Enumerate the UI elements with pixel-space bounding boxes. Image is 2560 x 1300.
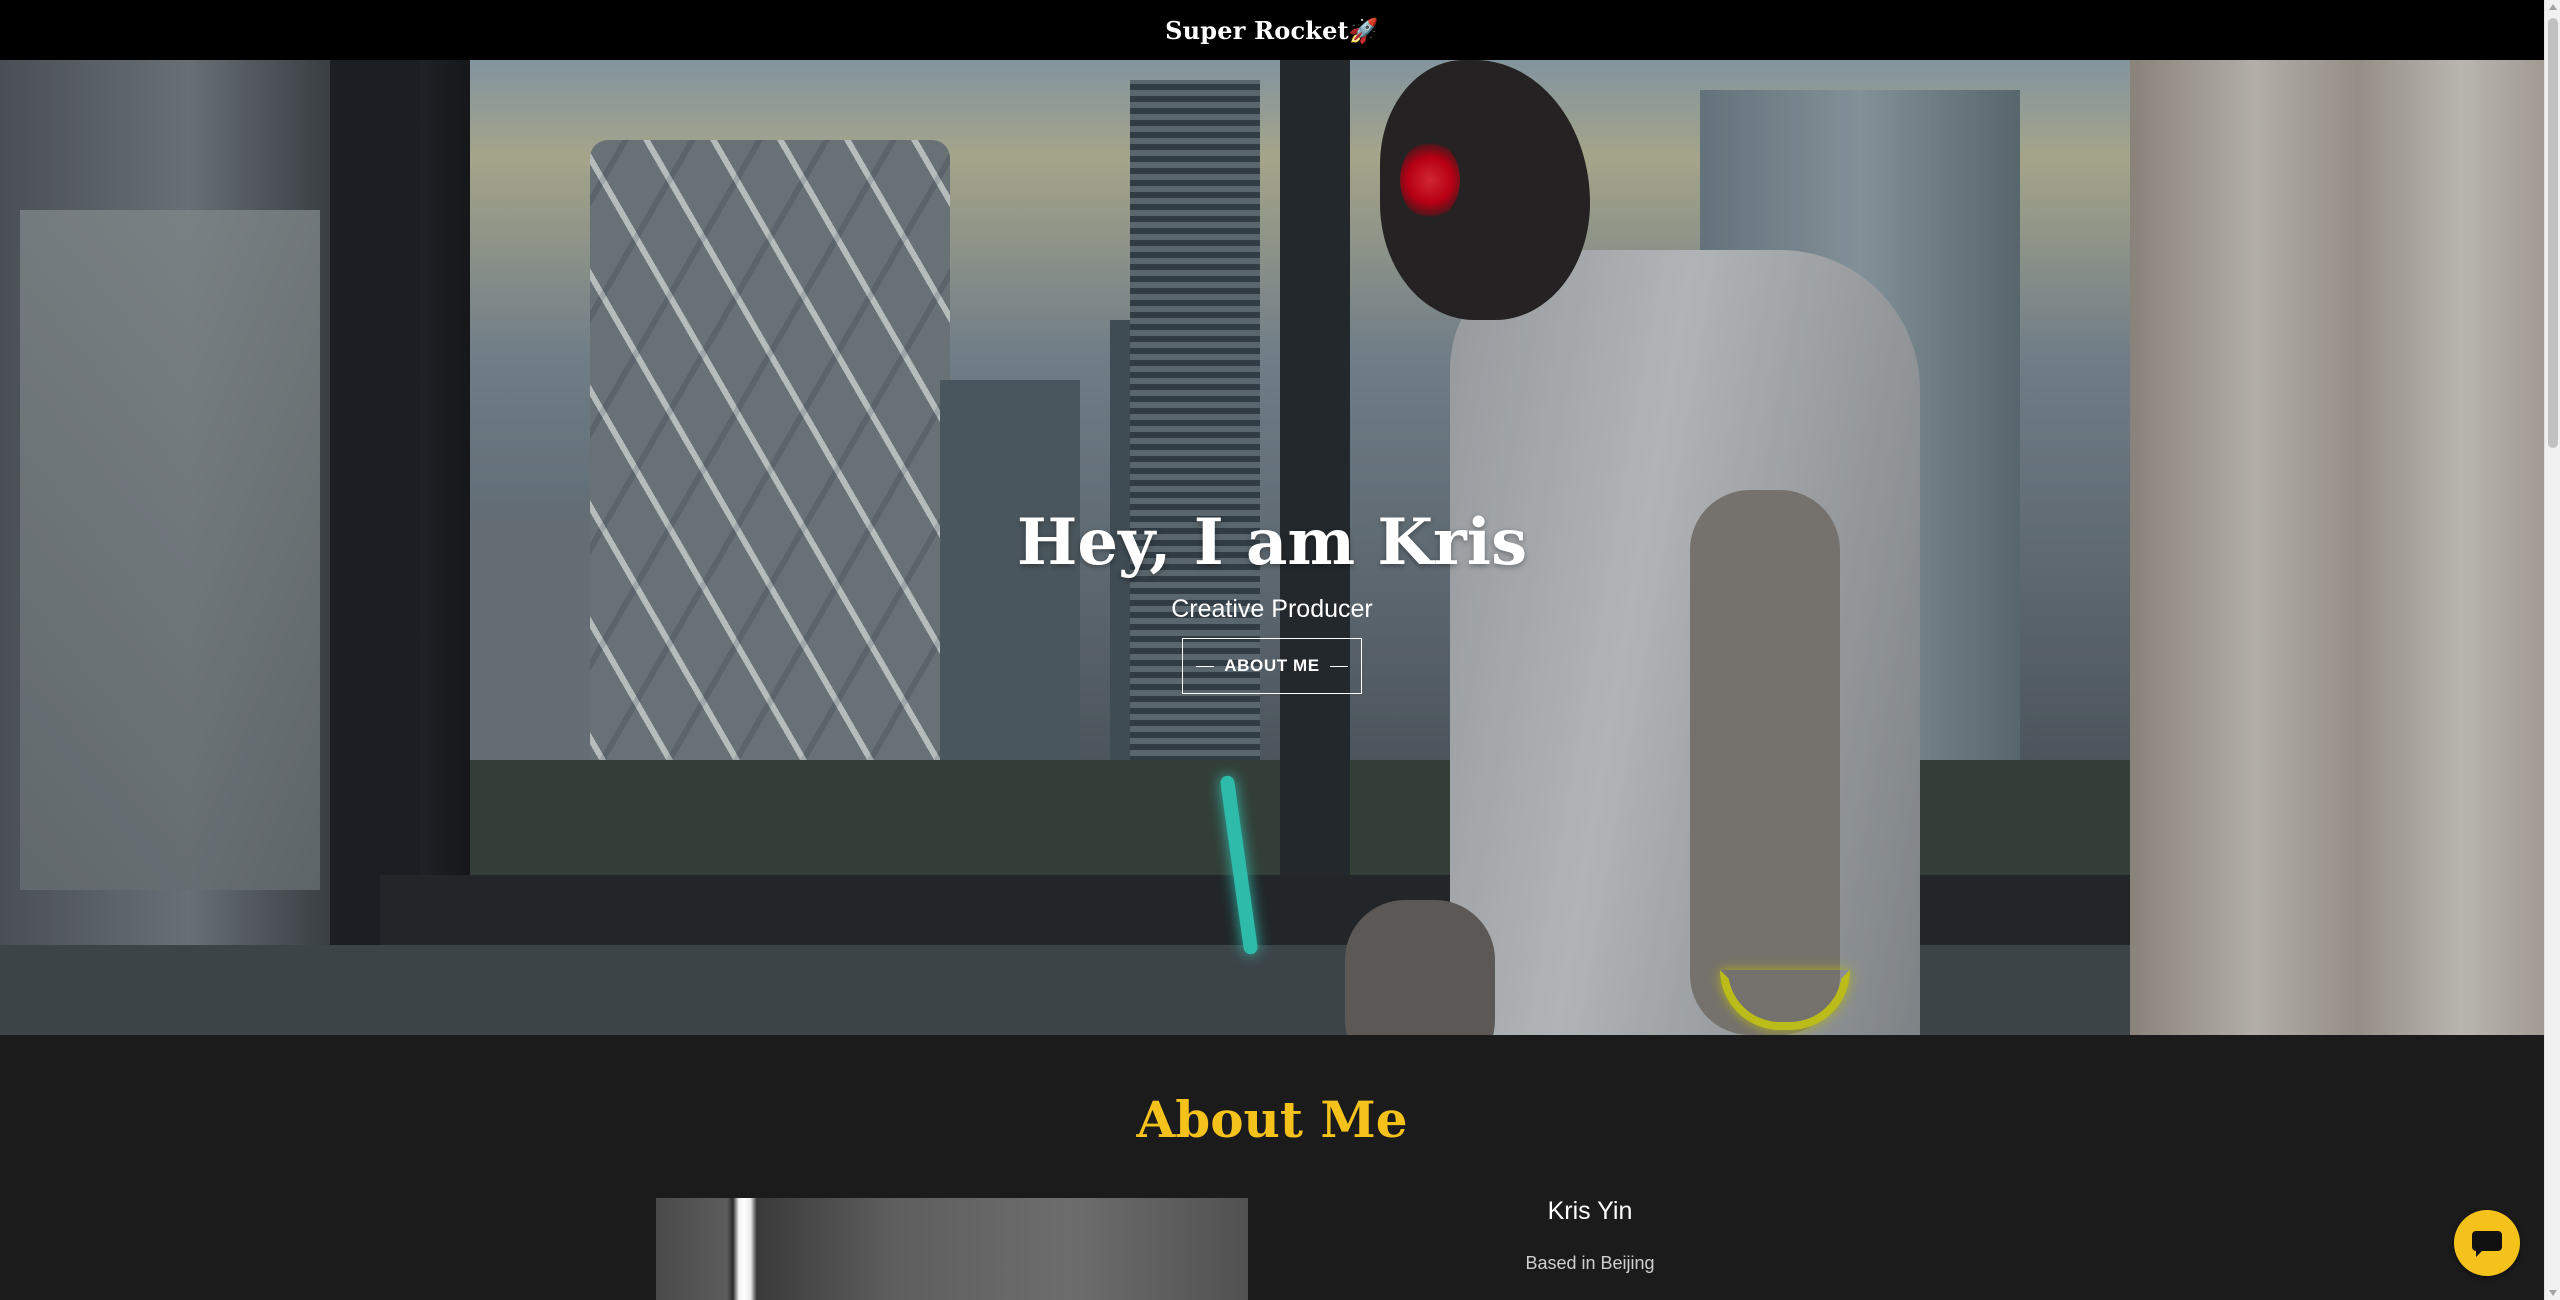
site-logo[interactable]: Super Rocket🚀 [1165,16,1379,45]
hero-subtitle: Creative Producer [1171,595,1373,623]
scroll-down-arrow-icon[interactable] [2549,1290,2557,1296]
dash-right-icon [1329,665,1348,667]
hero-content: Hey, I am Kris Creative Producer ABOUT M… [0,505,2544,694]
chat-bubble-icon [2472,1231,2502,1257]
about-me-button-label: ABOUT ME [1224,656,1320,675]
chat-button[interactable] [2454,1210,2520,1276]
about-section: About Me Kris Yin Based in Beijing [0,1035,2544,1300]
scroll-thumb[interactable] [2548,18,2558,448]
about-photo [656,1198,1248,1300]
scroll-up-arrow-icon[interactable] [2549,4,2557,10]
about-location: Based in Beijing [1525,1253,1655,1273]
hero-title: Hey, I am Kris [1016,505,1528,580]
page-scrollbar[interactable] [2544,0,2560,1300]
about-heading: About Me [1136,1090,1408,1149]
hero-section: Hey, I am Kris Creative Producer ABOUT M… [0,60,2544,1035]
site-header: Super Rocket🚀 [0,0,2544,60]
about-me-button[interactable]: ABOUT ME [1182,638,1362,694]
dash-left-icon [1196,665,1215,667]
about-name: Kris Yin [1547,1197,1633,1225]
